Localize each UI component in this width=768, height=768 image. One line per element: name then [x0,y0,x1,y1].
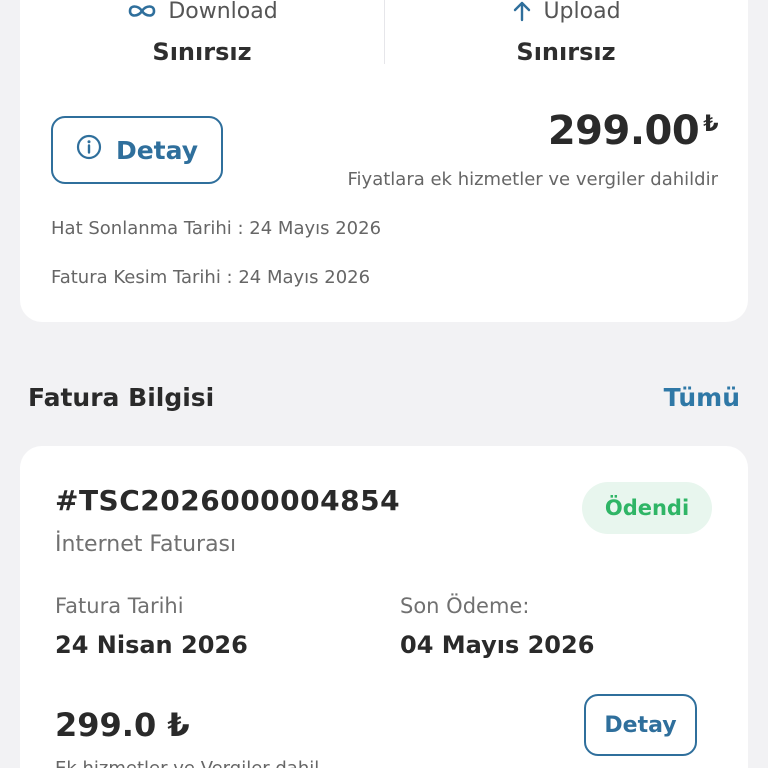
see-all-link[interactable]: Tümü [664,383,740,412]
billing-date: Fatura Kesim Tarihi : 24 Mayıs 2026 [51,267,371,288]
line-end-date: Hat Sonlanma Tarihi : 24 Mayıs 2026 [51,218,382,239]
download-label: Download [168,0,278,24]
upload-speed: Upload Sınırsız [384,0,748,66]
invoice-amount-note: Ek hizmetler ve Vergiler dahil [55,758,319,768]
download-speed: Download Sınırsız [20,0,384,66]
package-detail-label: Detay [115,135,199,165]
upload-value: Sınırsız [516,38,616,66]
arrow-up-icon [511,0,533,22]
invoice-type: İnternet Faturası [55,532,237,557]
invoice-card[interactable]: #TSC2026000004854 İnternet Faturası Öden… [20,446,748,768]
download-value: Sınırsız [152,38,252,66]
due-date-value: 04 Mayıs 2026 [400,631,595,659]
status-badge: Ödendi [582,482,712,534]
package-price: 299.00 ₺ [547,108,719,154]
invoice-amount: 299.0 ₺ [55,706,190,744]
due-date-label: Son Ödeme: [400,594,530,618]
package-price-value: 299.00 [547,108,700,154]
page: Download Sınırsız Upload Sınırsız Detay … [0,0,768,768]
invoice-id: #TSC2026000004854 [55,484,401,517]
package-detail-button[interactable]: Detay [51,116,223,184]
invoice-detail-button[interactable]: Detay [584,694,697,756]
upload-label: Upload [543,0,621,24]
price-note: Fiyatlara ek hizmetler ve vergiler dahil… [347,169,719,190]
invoice-section-title: Fatura Bilgisi [28,383,215,412]
invoice-date-label: Fatura Tarihi [55,594,184,618]
package-card: Download Sınırsız Upload Sınırsız Detay … [20,0,748,322]
info-icon [76,134,102,166]
package-price-currency: ₺ [703,112,718,137]
infinity-icon [126,2,158,20]
invoice-date-value: 24 Nisan 2026 [55,631,248,659]
